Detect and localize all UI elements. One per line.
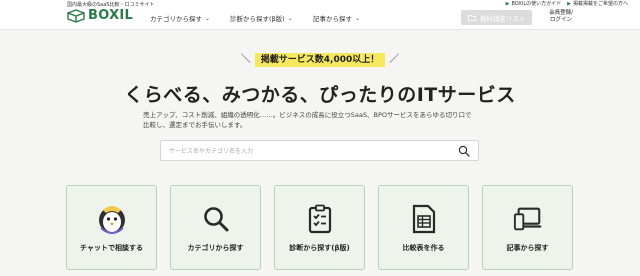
search-input[interactable] (169, 144, 449, 158)
card-category-search[interactable]: カテゴリから探す (170, 185, 261, 270)
card-chat-consult-label: チャットで相談する (80, 244, 143, 252)
site-tagline: 国内最大級のSaaS比較・口コミサイト (67, 2, 155, 8)
badge-left-slash: ＼ (240, 54, 251, 65)
folder-icon (467, 14, 476, 21)
listing-link-label: 掲載掲載をご希望の方へ (572, 1, 628, 7)
nav-articles[interactable]: 記事から探す ⌄ (313, 13, 361, 24)
boxil-logo[interactable]: BOXIL (67, 9, 133, 23)
spreadsheet-icon (409, 204, 439, 234)
guide-link-label: BOXILの使い方ガイド (511, 1, 562, 7)
nav-category-label: カテゴリから探す (150, 15, 202, 23)
card-chat-consult[interactable]: チャットで相談する (66, 185, 157, 270)
penguin-mascot-icon (97, 204, 127, 234)
card-article-search-label: 記事から探す (506, 244, 549, 252)
doc-request-list-label: 資料請求リスト (479, 14, 526, 23)
card-comparison-table[interactable]: 比較表を作る (378, 185, 469, 270)
chevron-down-icon: ⌄ (355, 14, 361, 22)
action-cards: チャットで相談する カテゴリから探す 診断から探す(β版) 比較表を作る 記事か… (66, 185, 573, 270)
hero-description-line1: 売上アップ、コスト削減、組織の透明化……。ビジネスの成長に役立つSaaS、BPO… (143, 111, 472, 119)
doc-request-list-button[interactable]: 資料請求リスト (461, 10, 532, 25)
triangle-icon: ▶ (567, 1, 571, 7)
nav-category[interactable]: カテゴリから探す ⌄ (150, 13, 211, 24)
nav-diagnosis-label: 診断から探す(β版) (230, 15, 285, 23)
nav-articles-label: 記事から探す (313, 15, 352, 23)
service-count-badge: 掲載サービス数4,000以上！ (254, 53, 386, 67)
nav-diagnosis[interactable]: 診断から探す(β版) ⌄ (230, 13, 293, 24)
checklist-icon (305, 204, 335, 234)
guide-link[interactable]: ▶ BOXILの使い方ガイド (506, 0, 562, 7)
card-diagnosis-search[interactable]: 診断から探す(β版) (274, 185, 365, 270)
login-line1: 会員登録/ (549, 10, 573, 16)
hero-description: 売上アップ、コスト削減、組織の透明化……。ビジネスの成長に役立つSaaS、BPO… (143, 110, 503, 130)
card-category-search-label: カテゴリから探す (187, 244, 244, 252)
search-icon[interactable] (458, 145, 470, 157)
listing-link[interactable]: ▶ 掲載掲載をご希望の方へ (567, 0, 628, 7)
hero-description-line2: 比較し、選定までお手伝いします。 (143, 121, 247, 129)
card-diagnosis-search-label: 診断から探す(β版) (289, 244, 350, 252)
login-link[interactable]: 会員登録/ ログイン (547, 10, 575, 24)
top-utility-links: ▶ BOXILの使い方ガイド ▶ 掲載掲載をご希望の方へ (506, 0, 628, 7)
login-line2: ログイン (549, 17, 572, 23)
hero-title: くらべる、みつかる、ぴったりのITサービス (124, 84, 516, 106)
card-comparison-table-label: 比較表を作る (402, 244, 445, 252)
boxil-logo-icon (67, 9, 85, 23)
search-icon (201, 204, 231, 234)
site-header: 国内最大級のSaaS比較・口コミサイト BOXIL カテゴリから探す ⌄ 診断か… (0, 0, 640, 30)
badge-right-slash: ／ (389, 54, 400, 65)
triangle-icon: ▶ (505, 1, 510, 7)
chevron-down-icon: ⌄ (287, 14, 293, 22)
service-count-badge-row: ＼ 掲載サービス数4,000以上！ ／ (0, 53, 640, 67)
card-article-search[interactable]: 記事から探す (482, 185, 573, 270)
chevron-down-icon: ⌄ (205, 14, 211, 22)
search-box (160, 140, 479, 161)
logo-text: BOXIL (88, 8, 134, 23)
devices-icon (513, 204, 543, 234)
